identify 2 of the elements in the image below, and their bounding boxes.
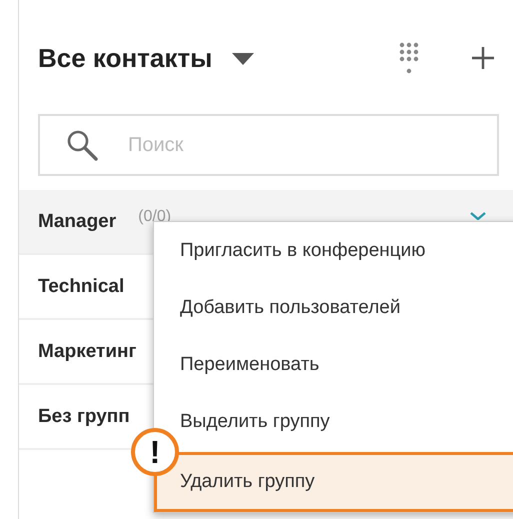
warning-tooltip: !: [131, 428, 179, 476]
group-count: (0/0): [138, 208, 172, 226]
